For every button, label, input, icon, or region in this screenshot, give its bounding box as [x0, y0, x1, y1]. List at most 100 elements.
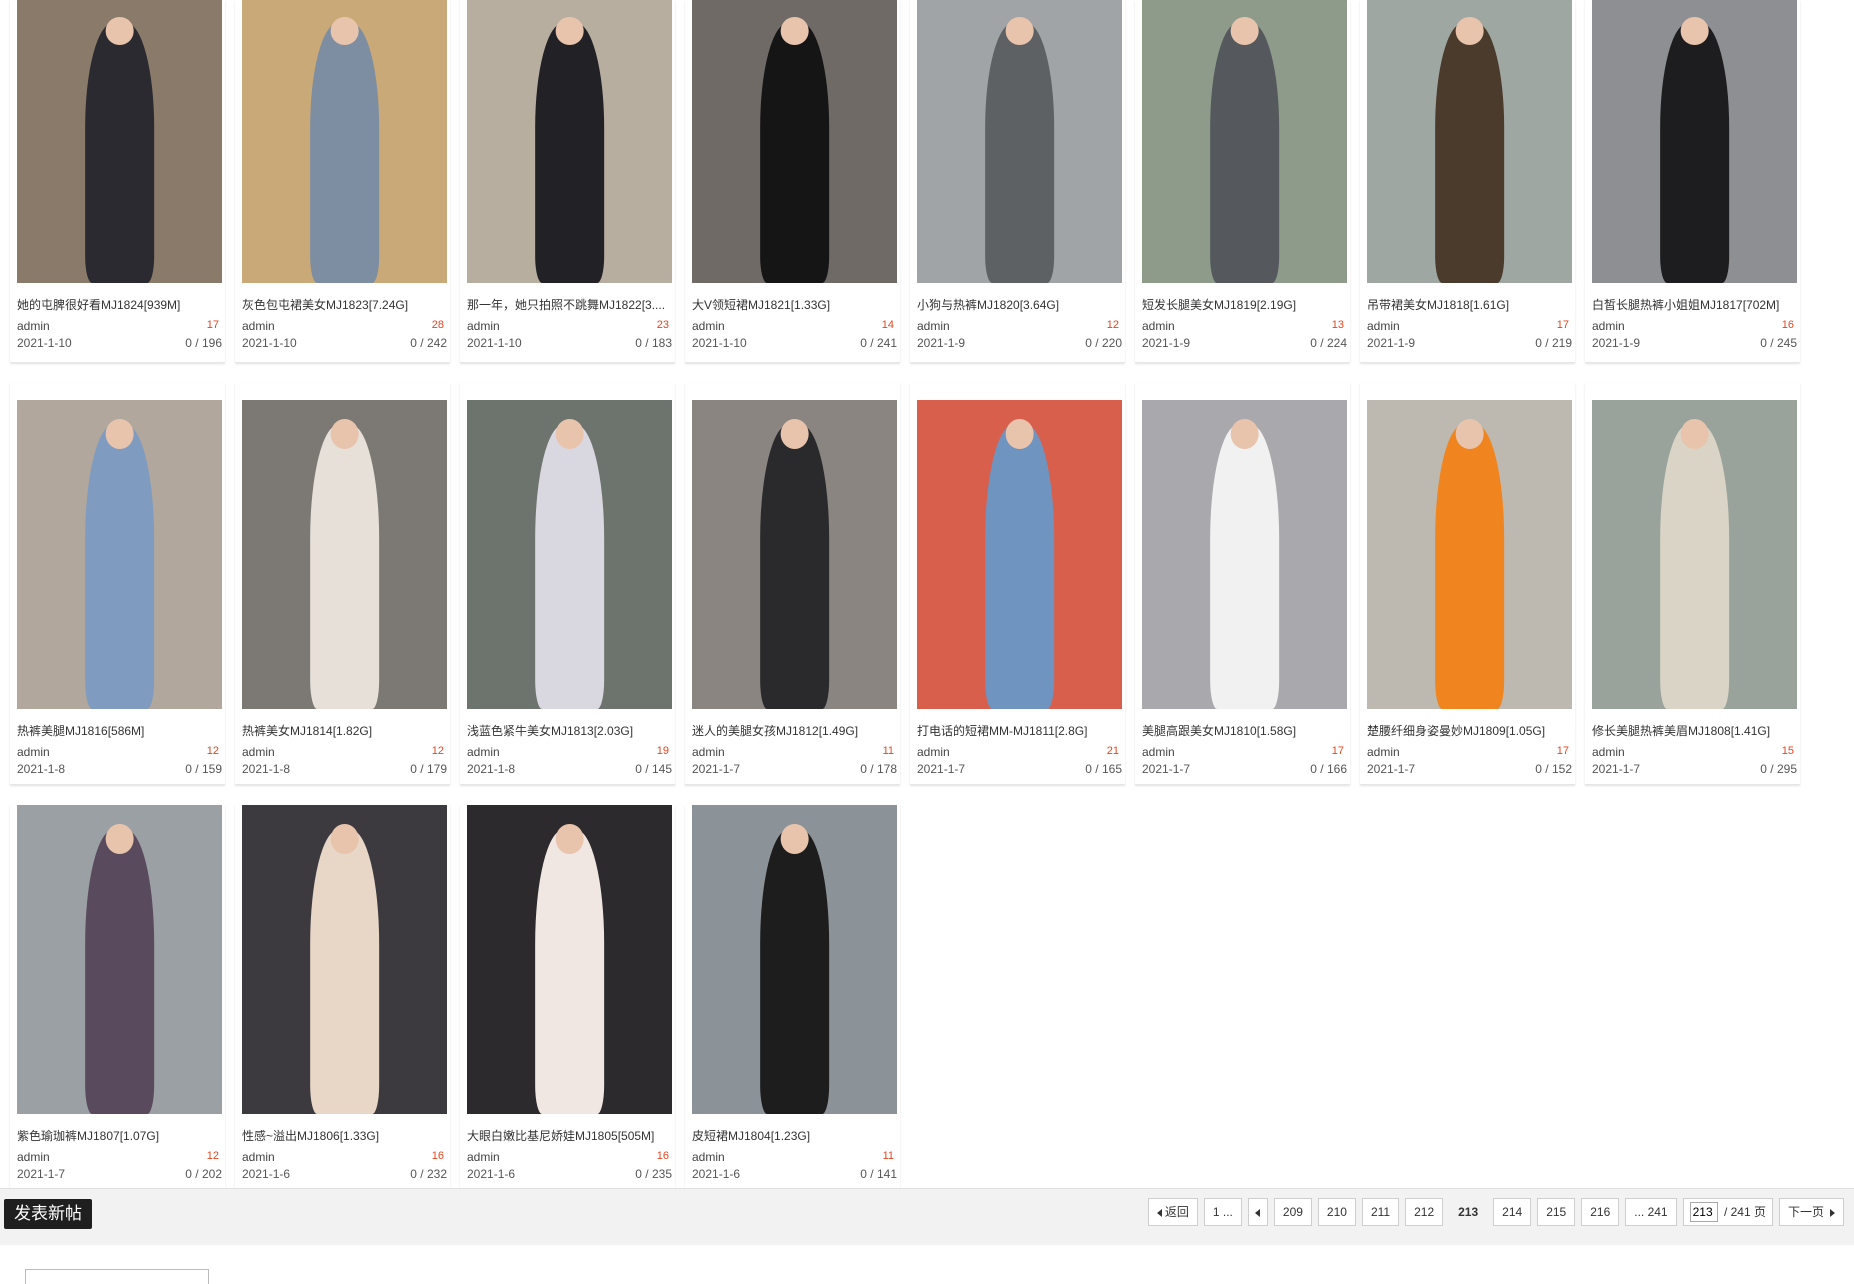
thread-card[interactable]: 小狗与热裤MJ1820[3.64G] admin 12 2021-1-9 0 / 220 — [910, 0, 1125, 363]
thread-title[interactable]: 热裤美女MJ1814[1.82G] — [242, 722, 447, 739]
thread-card[interactable]: 打电话的短裙MM-MJ1811[2.8G] admin 21 2021-1-7 0 / … — [910, 383, 1125, 785]
page-link[interactable]: 210 — [1317, 1198, 1356, 1226]
thread-thumbnail[interactable] — [17, 805, 222, 1114]
thread-author[interactable]: admin — [692, 1150, 725, 1164]
thread-card[interactable]: 热裤美腿MJ1816[586M] admin 12 2021-1-8 0 / 159 — [10, 383, 225, 785]
thread-author[interactable]: admin — [467, 1150, 500, 1164]
thread-thumbnail[interactable] — [1142, 0, 1347, 283]
thread-author[interactable]: admin — [1142, 745, 1175, 759]
thread-author[interactable]: admin — [242, 745, 275, 759]
thread-author[interactable]: admin — [1592, 319, 1625, 333]
thread-author[interactable]: admin — [692, 745, 725, 759]
thread-thumbnail[interactable] — [692, 0, 897, 283]
thread-thumbnail[interactable] — [1367, 400, 1572, 709]
thread-thumbnail[interactable] — [917, 400, 1122, 709]
thread-author[interactable]: admin — [467, 745, 500, 759]
thread-card[interactable]: 她的屯脾很好看MJ1824[939M] admin 17 2021-1-10 0 / 1… — [10, 0, 225, 363]
thread-title[interactable]: 她的屯脾很好看MJ1824[939M] — [17, 296, 222, 313]
thread-card[interactable]: 大眼白嫩比基尼娇娃MJ1805[505M] admin 16 2021-1-6 0 / … — [460, 805, 675, 1190]
page-link[interactable]: 212 — [1405, 1198, 1444, 1226]
thread-thumbnail[interactable] — [1592, 0, 1797, 283]
page-number-input[interactable] — [1689, 1202, 1718, 1222]
thread-thumbnail[interactable] — [1367, 0, 1572, 283]
thread-card[interactable]: 美腿高跟美女MJ1810[1.58G] admin 17 2021-1-7 0 / 16… — [1135, 383, 1350, 785]
thread-title[interactable]: 那一年，她只拍照不跳舞MJ1822[3.... — [467, 296, 672, 313]
thread-card[interactable]: 修长美腿热裤美眉MJ1808[1.41G] admin 15 2021-1-7 0 / … — [1585, 383, 1800, 785]
thread-meta-author: admin 15 — [1592, 745, 1797, 759]
prev-page-button[interactable] — [1247, 1198, 1268, 1226]
thread-thumbnail[interactable] — [692, 400, 897, 709]
thread-meta-author: admin 11 — [692, 745, 897, 759]
thread-author[interactable]: admin — [467, 319, 500, 333]
thread-title[interactable]: 白皙长腿热裤小姐姐MJ1817[702M] — [1592, 296, 1797, 313]
thread-card[interactable]: 热裤美女MJ1814[1.82G] admin 12 2021-1-8 0 / 179 — [235, 383, 450, 785]
thread-card[interactable]: 楚腰纤细身姿曼妙MJ1809[1.05G] admin 17 2021-1-7 0 / … — [1360, 383, 1575, 785]
thread-author[interactable]: admin — [1367, 319, 1400, 333]
thread-title[interactable]: 性感~溢出MJ1806[1.33G] — [242, 1127, 447, 1144]
next-page-button[interactable]: 下一页 — [1778, 1198, 1844, 1226]
thread-thumbnail[interactable] — [917, 0, 1122, 283]
page-link[interactable]: 209 — [1273, 1198, 1312, 1226]
thread-card[interactable]: 那一年，她只拍照不跳舞MJ1822[3.... admin 23 2021-1-10 0… — [460, 0, 675, 363]
thread-thumbnail[interactable] — [467, 400, 672, 709]
thread-title[interactable]: 短发长腿美女MJ1819[2.19G] — [1142, 296, 1347, 313]
thread-thumbnail[interactable] — [1142, 400, 1347, 709]
thread-card[interactable]: 皮短裙MJ1804[1.23G] admin 11 2021-1-6 0 / 141 — [685, 805, 900, 1190]
back-button[interactable]: 返回 — [1147, 1198, 1198, 1226]
thread-card[interactable]: 浅蓝色紧牛美女MJ1813[2.03G] admin 19 2021-1-8 0 / 1… — [460, 383, 675, 785]
thread-thumbnail[interactable] — [17, 0, 222, 283]
thread-title[interactable]: 楚腰纤细身姿曼妙MJ1809[1.05G] — [1367, 722, 1572, 739]
thread-author[interactable]: admin — [242, 319, 275, 333]
thread-card[interactable]: 白皙长腿热裤小姐姐MJ1817[702M] admin 16 2021-1-9 0 / … — [1585, 0, 1800, 363]
thread-title[interactable]: 热裤美腿MJ1816[586M] — [17, 722, 222, 739]
thread-author[interactable]: admin — [1142, 319, 1175, 333]
last-page-link[interactable]: ... 241 — [1625, 1198, 1677, 1226]
thread-author[interactable]: admin — [17, 319, 50, 333]
thumbnail-figure — [309, 829, 380, 1114]
thread-thumbnail[interactable] — [17, 400, 222, 709]
thread-thumbnail[interactable] — [242, 805, 447, 1114]
thread-author[interactable]: admin — [17, 1150, 50, 1164]
thread-title[interactable]: 吊带裙美女MJ1818[1.61G] — [1367, 296, 1572, 313]
thread-author[interactable]: admin — [692, 319, 725, 333]
page-link[interactable]: 214 — [1493, 1198, 1532, 1226]
thread-card[interactable]: 大V领短裙MJ1821[1.33G] admin 14 2021-1-10 0 / 24… — [685, 0, 900, 363]
page-link[interactable]: 215 — [1537, 1198, 1576, 1226]
thread-title[interactable]: 大眼白嫩比基尼娇娃MJ1805[505M] — [467, 1127, 672, 1144]
thread-title[interactable]: 灰色包屯裙美女MJ1823[7.24G] — [242, 296, 447, 313]
thread-thumbnail[interactable] — [242, 0, 447, 283]
thread-title[interactable]: 打电话的短裙MM-MJ1811[2.8G] — [917, 722, 1122, 739]
thread-thumbnail[interactable] — [1592, 400, 1797, 709]
thread-author[interactable]: admin — [242, 1150, 275, 1164]
thread-grid: 她的屯脾很好看MJ1824[939M] admin 17 2021-1-10 0 / 1… — [10, 0, 1800, 1190]
thread-thumbnail[interactable] — [467, 0, 672, 283]
thread-thumbnail[interactable] — [467, 805, 672, 1114]
thread-title[interactable]: 紫色瑜珈裤MJ1807[1.07G] — [17, 1127, 222, 1144]
thread-author[interactable]: admin — [1367, 745, 1400, 759]
thread-thumbnail[interactable] — [692, 805, 897, 1114]
new-post-button[interactable]: 发表新帖 — [4, 1199, 92, 1229]
thread-card[interactable]: 短发长腿美女MJ1819[2.19G] admin 13 2021-1-9 0 / 22… — [1135, 0, 1350, 363]
thread-title[interactable]: 美腿高跟美女MJ1810[1.58G] — [1142, 722, 1347, 739]
thread-card[interactable]: 迷人的美腿女孩MJ1812[1.49G] admin 11 2021-1-7 0 / 1… — [685, 383, 900, 785]
thread-meta-date: 2021-1-9 0 / 220 — [917, 336, 1122, 350]
thread-card[interactable]: 性感~溢出MJ1806[1.33G] admin 16 2021-1-6 0 / 232 — [235, 805, 450, 1190]
page-link[interactable]: 216 — [1581, 1198, 1620, 1226]
thread-title[interactable]: 浅蓝色紧牛美女MJ1813[2.03G] — [467, 722, 672, 739]
thread-title[interactable]: 小狗与热裤MJ1820[3.64G] — [917, 296, 1122, 313]
thread-card[interactable]: 灰色包屯裙美女MJ1823[7.24G] admin 28 2021-1-10 0 / … — [235, 0, 450, 363]
page-link[interactable]: 211 — [1361, 1198, 1400, 1226]
thread-card[interactable]: 吊带裙美女MJ1818[1.61G] admin 17 2021-1-9 0 / 219 — [1360, 0, 1575, 363]
thread-author[interactable]: admin — [917, 319, 950, 333]
thread-title[interactable]: 皮短裙MJ1804[1.23G] — [692, 1127, 897, 1144]
thread-meta-author: admin 14 — [692, 319, 897, 333]
thread-author[interactable]: admin — [917, 745, 950, 759]
first-page-link[interactable]: 1 ... — [1203, 1198, 1242, 1226]
thread-thumbnail[interactable] — [242, 400, 447, 709]
thread-author[interactable]: admin — [1592, 745, 1625, 759]
thread-title[interactable]: 迷人的美腿女孩MJ1812[1.49G] — [692, 722, 897, 739]
thread-author[interactable]: admin — [17, 745, 50, 759]
thread-title[interactable]: 修长美腿热裤美眉MJ1808[1.41G] — [1592, 722, 1797, 739]
thread-card[interactable]: 紫色瑜珈裤MJ1807[1.07G] admin 12 2021-1-7 0 / 202 — [10, 805, 225, 1190]
thread-title[interactable]: 大V领短裙MJ1821[1.33G] — [692, 296, 897, 313]
